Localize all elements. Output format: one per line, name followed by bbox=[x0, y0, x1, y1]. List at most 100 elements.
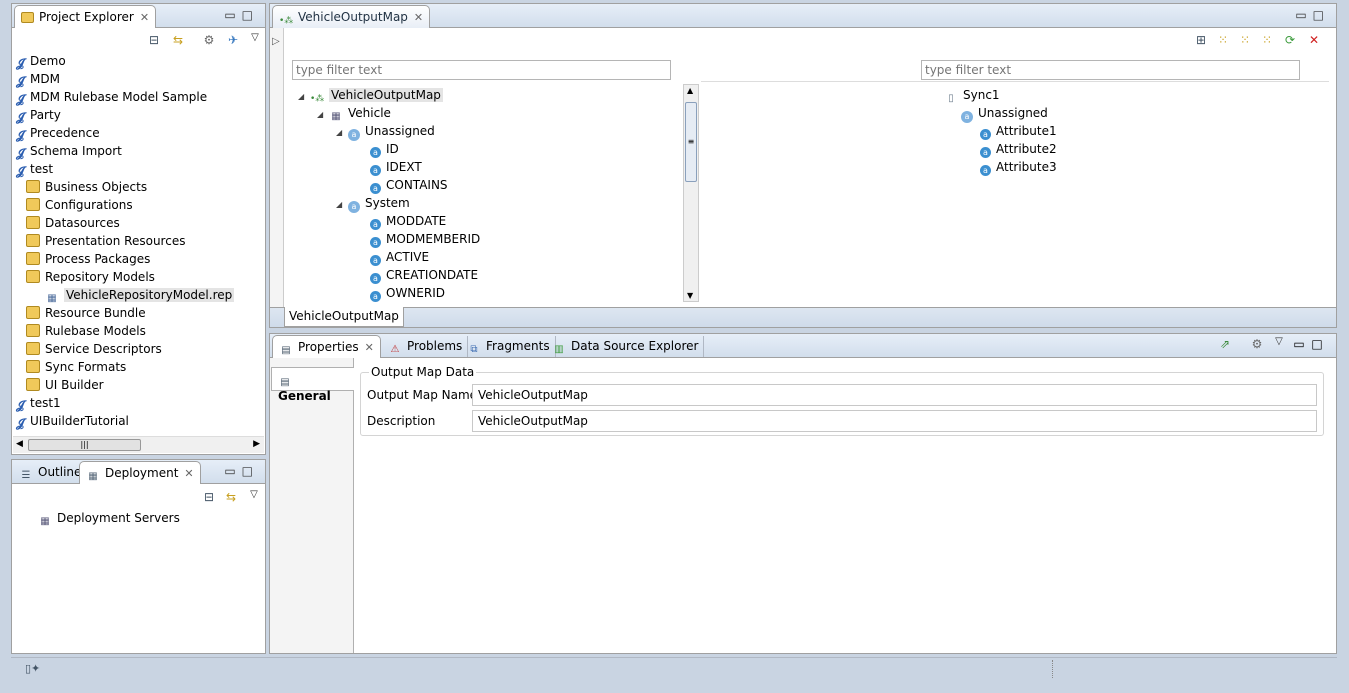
pin-icon[interactable]: ✈ bbox=[226, 33, 240, 47]
link-with-editor-icon[interactable]: ⇆ bbox=[171, 33, 185, 47]
folder-item[interactable]: Rulebase Models bbox=[26, 322, 146, 340]
scrollbar-thumb[interactable]: ||| bbox=[28, 439, 141, 451]
pin-icon[interactable]: ⇗ bbox=[1218, 337, 1232, 351]
close-icon[interactable]: ✕ bbox=[140, 11, 149, 24]
refresh-icon[interactable]: ⟳ bbox=[1283, 33, 1297, 47]
project-item[interactable]: 𝓙 Schema Import bbox=[15, 142, 122, 160]
scrollbar-thumb[interactable]: ≡ bbox=[685, 102, 697, 182]
folder-item[interactable]: Process Packages bbox=[26, 250, 150, 268]
scroll-up-icon[interactable]: ▲ bbox=[687, 86, 693, 95]
close-icon[interactable]: ✕ bbox=[184, 467, 193, 480]
scroll-down-icon[interactable]: ▼ bbox=[687, 291, 693, 300]
tree-root[interactable]: ◢ •⁂ VehicleOutputMap bbox=[298, 86, 443, 104]
minimize-icon[interactable]: ▭ bbox=[224, 464, 241, 478]
project-item[interactable]: 𝓙 Precedence bbox=[15, 124, 100, 142]
expand-toggle-icon[interactable]: ◢ bbox=[336, 196, 348, 214]
project-item[interactable]: 𝓙 MDM Rulebase Model Sample bbox=[15, 88, 207, 106]
project-item[interactable]: 𝓙 MDM bbox=[15, 70, 60, 88]
expand-toggle-icon[interactable]: ◢ bbox=[336, 124, 348, 142]
tree-map-icon[interactable]: ⁙ bbox=[1260, 33, 1274, 47]
tree-attribute[interactable]: a MODDATE bbox=[370, 212, 446, 230]
left-filter-input[interactable] bbox=[292, 60, 671, 80]
collapse-all-icon[interactable]: ⊟ bbox=[202, 490, 216, 504]
deployment-servers-item[interactable]: ▦ Deployment Servers bbox=[38, 509, 180, 527]
folder-item[interactable]: Configurations bbox=[26, 196, 133, 214]
folder-icon bbox=[26, 216, 40, 229]
tree-map-icon[interactable]: ⁙ bbox=[1238, 33, 1252, 47]
add-mapping-icon[interactable]: ⊞ bbox=[1194, 33, 1208, 47]
maximize-icon[interactable]: □ bbox=[242, 8, 259, 22]
project-item[interactable]: 𝓙 Demo bbox=[15, 52, 66, 70]
close-icon[interactable]: ✕ bbox=[414, 11, 423, 24]
project-item-label: Precedence bbox=[30, 126, 100, 140]
tab-outline[interactable]: ☰ Outline bbox=[14, 462, 88, 483]
tree-attribute[interactable]: a OWNERID bbox=[370, 284, 445, 302]
output-map-name-field[interactable]: VehicleOutputMap bbox=[472, 384, 1317, 406]
link-with-editor-icon[interactable]: ⇆ bbox=[224, 490, 238, 504]
description-field[interactable]: VehicleOutputMap bbox=[472, 410, 1317, 432]
view-menu-icon[interactable]: ▽ bbox=[248, 31, 262, 45]
folder-item[interactable]: Resource Bundle bbox=[26, 304, 146, 322]
minimize-icon[interactable]: ▭ bbox=[1295, 8, 1312, 22]
tree-attribute[interactable]: a ACTIVE bbox=[370, 248, 429, 266]
minimize-icon[interactable]: ▭ bbox=[224, 8, 241, 22]
fast-view-icon[interactable]: ▯✦ bbox=[25, 662, 40, 675]
tree-attribute[interactable]: a MODMEMBERID bbox=[370, 230, 480, 248]
folder-item[interactable]: Presentation Resources bbox=[26, 232, 185, 250]
delete-icon[interactable]: ✕ bbox=[1307, 33, 1321, 47]
project-item[interactable]: 𝓙 Party bbox=[15, 106, 61, 124]
editor-bottom-bar: VehicleOutputMap bbox=[270, 307, 1336, 327]
tab-fragments[interactable]: ⧉ Fragments bbox=[462, 336, 556, 357]
group-icon: a bbox=[961, 111, 973, 123]
view-menu-icon[interactable]: ▽ bbox=[247, 488, 261, 502]
folder-item[interactable]: Business Objects bbox=[26, 178, 147, 196]
expand-arrow-icon[interactable]: ▷ bbox=[272, 36, 280, 47]
tab-vehicle-output-map[interactable]: •⁂ VehicleOutputMap ✕ bbox=[272, 5, 431, 28]
side-tab-general[interactable]: ▤General bbox=[271, 367, 354, 403]
folder-item[interactable]: Service Descriptors bbox=[26, 340, 162, 358]
maximize-icon[interactable]: □ bbox=[1313, 8, 1330, 22]
tab-mapping-page[interactable]: VehicleOutputMap bbox=[284, 307, 404, 327]
tab-problems[interactable]: ⚠ Problems bbox=[383, 336, 469, 357]
tree-attribute[interactable]: a CREATIONDATE bbox=[370, 266, 478, 284]
tab-data-source-explorer[interactable]: ▥ Data Source Explorer bbox=[547, 336, 705, 357]
scroll-right-icon[interactable]: ▶ bbox=[253, 439, 260, 449]
scroll-left-icon[interactable]: ◀ bbox=[16, 439, 23, 449]
horizontal-scrollbar[interactable]: ◀ ||| ▶ bbox=[13, 436, 264, 453]
tab-project-explorer[interactable]: Project Explorer ✕ bbox=[14, 5, 157, 28]
view-menu-icon[interactable]: ▽ bbox=[1272, 335, 1286, 349]
file-item[interactable]: ▦ VehicleRepositoryModel.rep bbox=[45, 286, 235, 304]
tree-attribute[interactable]: a CONTAINS bbox=[370, 176, 448, 194]
expand-toggle-icon[interactable]: ◢ bbox=[317, 106, 329, 124]
folder-item[interactable]: Datasources bbox=[26, 214, 120, 232]
tree-map-icon[interactable]: ⁙ bbox=[1216, 33, 1230, 47]
close-icon[interactable]: ✕ bbox=[365, 341, 374, 354]
target-attribute[interactable]: a Attribute2 bbox=[980, 140, 1057, 158]
maximize-icon[interactable]: □ bbox=[242, 464, 259, 478]
target-attribute[interactable]: a Attribute3 bbox=[980, 158, 1057, 176]
tree-attribute[interactable]: a IDEXT bbox=[370, 158, 422, 176]
collapse-all-icon[interactable]: ⊟ bbox=[147, 33, 161, 47]
target-group[interactable]: a Unassigned bbox=[961, 104, 1048, 123]
target-attribute[interactable]: a Attribute1 bbox=[980, 122, 1057, 140]
filter-icon[interactable]: ⚙ bbox=[1250, 337, 1264, 351]
project-item[interactable]: 𝓙test bbox=[15, 160, 53, 178]
project-item[interactable]: 𝓙 UIBuilderTutorial bbox=[15, 412, 129, 430]
filter-icon[interactable]: ⚙ bbox=[202, 33, 216, 47]
minimize-icon[interactable]: ▭ bbox=[1292, 337, 1306, 351]
tab-deployment[interactable]: ▦ Deployment ✕ bbox=[79, 461, 201, 484]
folder-item[interactable]: Sync Formats bbox=[26, 358, 126, 376]
tree-group[interactable]: ◢ a Unassigned bbox=[336, 122, 435, 142]
project-item[interactable]: 𝓙test1 bbox=[15, 394, 61, 412]
folder-item[interactable]: UI Builder bbox=[26, 376, 104, 394]
tab-properties[interactable]: ▤ Properties ✕ bbox=[272, 335, 381, 358]
folder-item[interactable]: Repository Models bbox=[26, 268, 155, 286]
maximize-icon[interactable]: □ bbox=[1310, 337, 1324, 351]
right-filter-input[interactable] bbox=[921, 60, 1300, 80]
tree-entity[interactable]: ◢ ▦ Vehicle bbox=[317, 104, 391, 122]
expand-toggle-icon[interactable]: ◢ bbox=[298, 88, 310, 106]
target-root[interactable]: ▯ Sync1 bbox=[944, 86, 999, 104]
tree-attribute[interactable]: a ID bbox=[370, 140, 399, 158]
vertical-scrollbar[interactable]: ▲ ≡ ▼ bbox=[683, 84, 699, 302]
tree-group[interactable]: ◢ a System bbox=[336, 194, 410, 214]
